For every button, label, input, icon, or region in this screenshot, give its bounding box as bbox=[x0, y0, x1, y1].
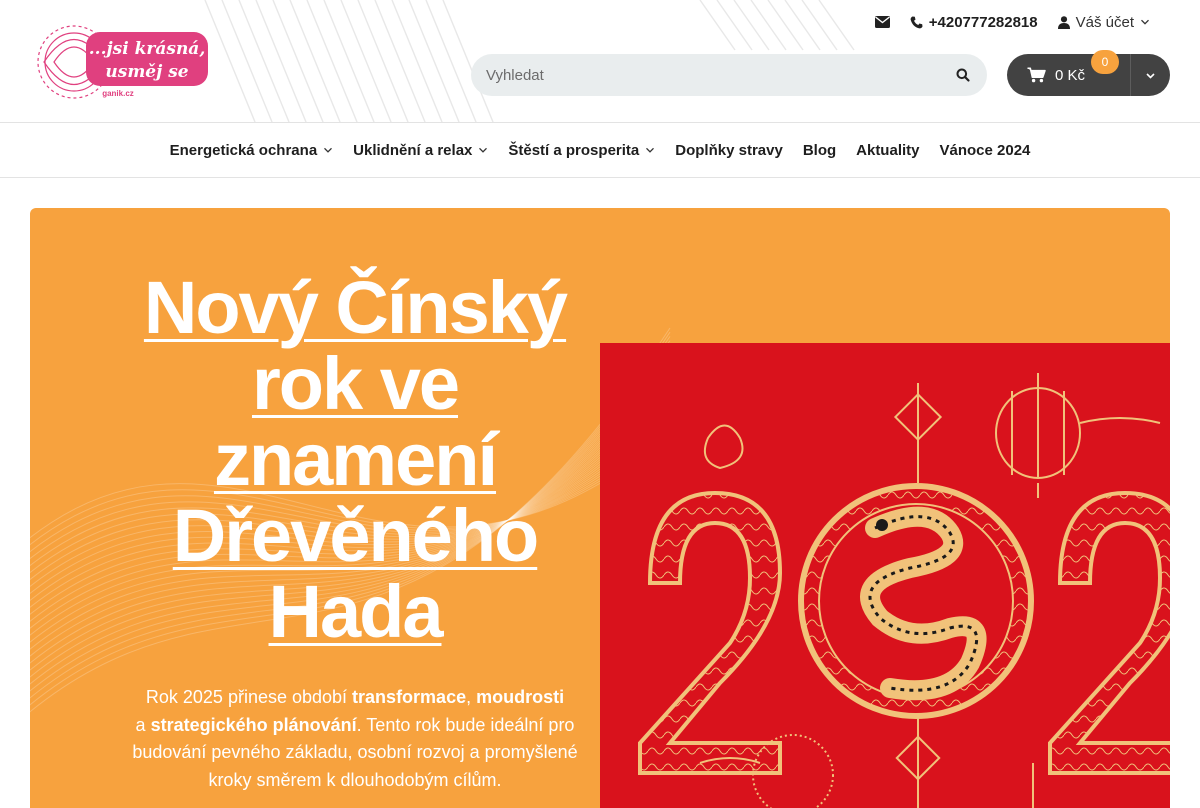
nav-item-label: Energetická ochrana bbox=[169, 141, 318, 159]
site-header: ...jsi krásná, usměj se ganik.cz +420777… bbox=[0, 0, 1200, 122]
hero-text-part: a bbox=[135, 714, 151, 735]
nav-item-label: Štěstí a prosperita bbox=[508, 141, 640, 159]
chevron-down-icon bbox=[1146, 72, 1155, 79]
account-menu[interactable]: Váš účet bbox=[1057, 13, 1150, 31]
chevron-down-icon bbox=[324, 147, 333, 153]
hero-description: Rok 2025 přinese období transformace, mo… bbox=[120, 684, 590, 794]
phone-link[interactable]: +420777282818 bbox=[910, 14, 1038, 31]
nav-item[interactable]: Uklidnění a relax bbox=[353, 142, 488, 159]
hero-title-line: rok ve bbox=[251, 342, 460, 425]
hero-title-line: Hada bbox=[268, 570, 444, 653]
cart-total: 0 Kč bbox=[1055, 66, 1086, 84]
hero-title-line: znamení bbox=[213, 418, 498, 501]
hero-title-link[interactable]: Nový Čínský rok ve znamení Dřevěného Hada bbox=[100, 270, 610, 650]
hero-text-part: Rok 2025 přinese období bbox=[145, 687, 353, 707]
search-input[interactable] bbox=[471, 54, 931, 96]
user-icon bbox=[1057, 15, 1070, 29]
main-navigation: Energetická ochrana Uklidnění a relax Štěs… bbox=[0, 122, 1200, 178]
nav-item-label: Uklidnění a relax bbox=[353, 141, 473, 159]
cart-widget: 0 Kč bbox=[1007, 54, 1170, 96]
cart-dropdown-toggle[interactable] bbox=[1131, 54, 1170, 96]
nav-item-label: Vánoce 2024 bbox=[939, 141, 1031, 159]
nav-item-label: Aktuality bbox=[856, 141, 920, 159]
svg-text:usměj se: usměj se bbox=[105, 62, 188, 82]
email-link[interactable] bbox=[874, 16, 890, 28]
nav-item[interactable]: Štěstí a prosperita bbox=[508, 142, 655, 159]
nav-list: Energetická ochrana Uklidnění a relax Štěs… bbox=[170, 142, 1031, 159]
nav-item[interactable]: Blog bbox=[803, 142, 836, 159]
nav-item[interactable]: Vánoce 2024 bbox=[940, 142, 1031, 159]
nav-item-label: Blog bbox=[802, 141, 837, 159]
hero-text-emphasis: moudrosti bbox=[476, 687, 565, 707]
hero-banner: Nový Čínský rok ve znamení Dřevěného Hada Ro… bbox=[30, 208, 1170, 808]
chinese-new-year-image[interactable] bbox=[600, 343, 1170, 808]
nav-item[interactable]: Aktuality bbox=[856, 142, 919, 159]
hero-text-part: , bbox=[466, 687, 477, 707]
cart-icon bbox=[1027, 67, 1046, 83]
search-icon[interactable] bbox=[955, 67, 971, 83]
chevron-down-icon bbox=[479, 147, 488, 153]
nav-item[interactable]: Doplňky stravy bbox=[675, 142, 783, 159]
search-bar bbox=[471, 54, 987, 96]
nav-item-label: Doplňky stravy bbox=[675, 141, 783, 159]
svg-text:ganik.cz: ganik.cz bbox=[102, 89, 134, 98]
hero-text-emphasis: strategického plánování bbox=[150, 714, 357, 735]
hero-title-line: Dřevěného bbox=[172, 494, 539, 577]
envelope-icon bbox=[874, 16, 890, 28]
chevron-down-icon bbox=[1141, 19, 1149, 25]
nav-item[interactable]: Energetická ochrana bbox=[170, 142, 334, 159]
phone-number: +420777282818 bbox=[928, 13, 1038, 31]
phone-icon bbox=[910, 16, 923, 28]
cart-count-badge: 0 bbox=[1091, 50, 1119, 74]
hero-title-line: Nový Čínský bbox=[143, 266, 568, 349]
chevron-down-icon bbox=[646, 147, 655, 153]
site-logo[interactable]: ...jsi krásná, usměj se ganik.cz bbox=[34, 22, 210, 104]
account-label: Váš účet bbox=[1075, 13, 1134, 31]
top-contact-bar: +420777282818 Váš účet bbox=[874, 12, 1150, 32]
svg-text:...jsi krásná,: ...jsi krásná, bbox=[89, 39, 205, 59]
hero-text-emphasis: transformace bbox=[352, 687, 467, 707]
